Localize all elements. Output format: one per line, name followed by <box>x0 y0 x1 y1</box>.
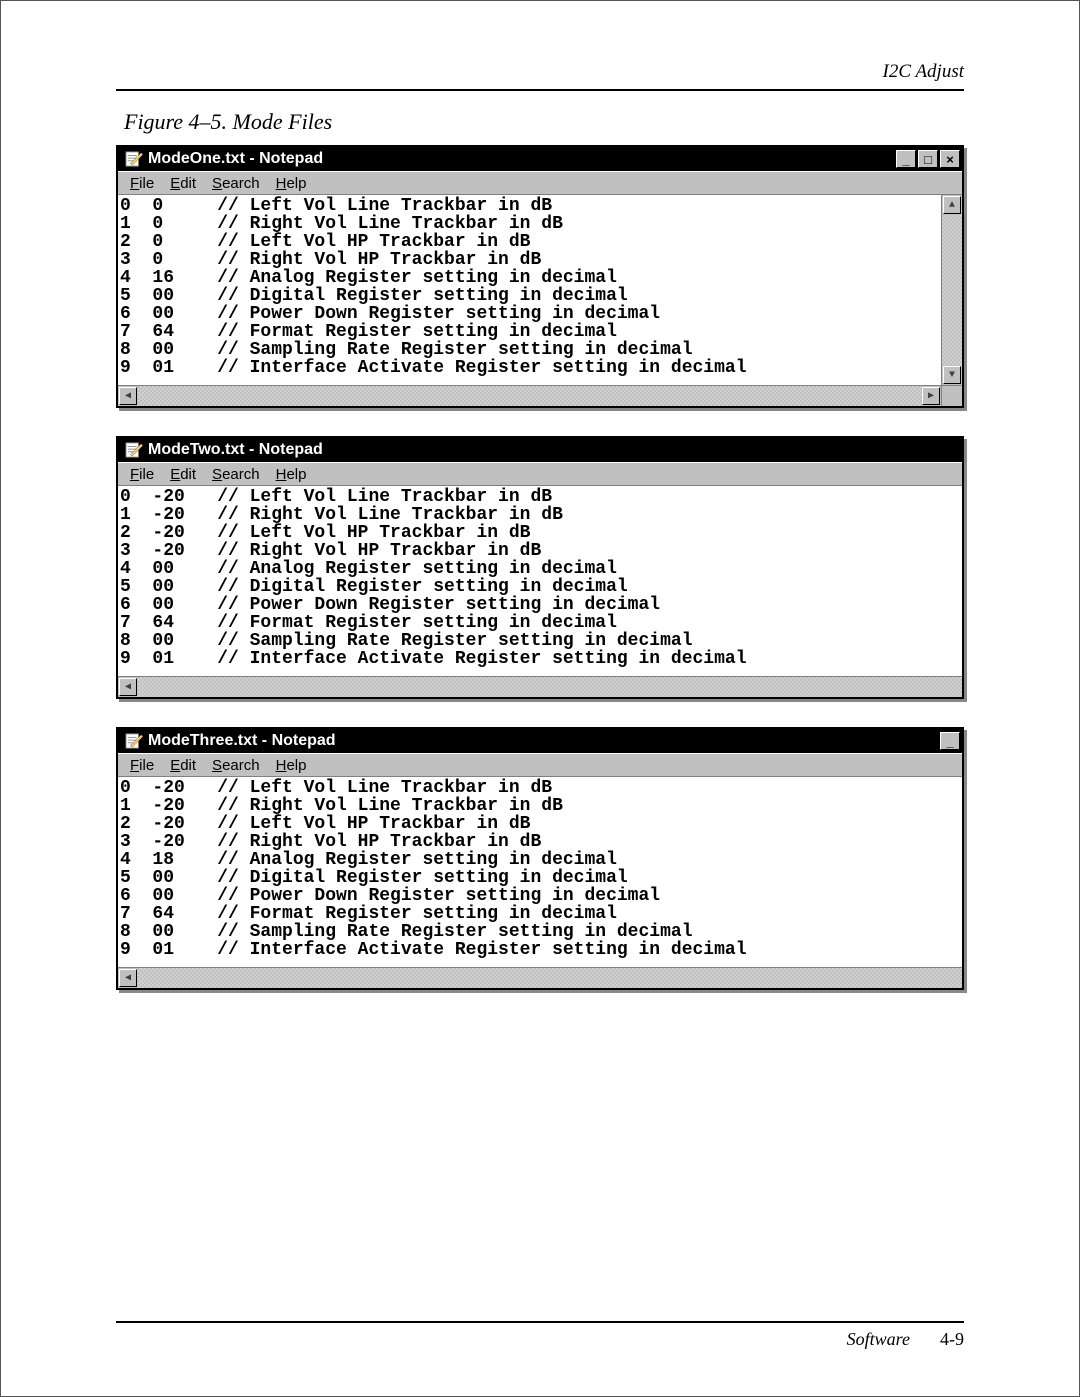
notepad-icon[interactable] <box>124 441 144 459</box>
minimize-button[interactable]: _ <box>940 732 960 750</box>
footer-page-number: 4-9 <box>940 1329 964 1350</box>
scroll-track[interactable] <box>942 215 962 365</box>
maximize-button[interactable]: □ <box>918 150 938 168</box>
titlebar[interactable]: ModeTwo.txt - Notepad <box>118 438 962 462</box>
page-footer: Software 4-9 <box>116 1321 964 1350</box>
notepad-window: ModeOne.txt - Notepad _□× FileEditSearchHe… <box>116 145 964 408</box>
window-title: ModeThree.txt - Notepad <box>148 732 336 750</box>
text-content[interactable]: 0 -20 // Left Vol Line Trackbar in dB 1 … <box>118 486 962 676</box>
size-grip[interactable] <box>941 385 962 406</box>
menu-help[interactable]: Help <box>268 466 315 483</box>
menu-edit[interactable]: Edit <box>162 175 204 192</box>
menu-help[interactable]: Help <box>268 757 315 774</box>
scroll-left-button[interactable]: ◀ <box>119 678 137 696</box>
text-content[interactable]: 0 0 // Left Vol Line Trackbar in dB 1 0 … <box>118 195 941 385</box>
window-title: ModeTwo.txt - Notepad <box>148 441 323 459</box>
scroll-down-button[interactable]: ▼ <box>943 366 961 384</box>
notepad-icon[interactable] <box>124 150 144 168</box>
menu-search[interactable]: Search <box>204 757 268 774</box>
menu-search[interactable]: Search <box>204 466 268 483</box>
scroll-up-button[interactable]: ▲ <box>943 196 961 214</box>
text-content[interactable]: 0 -20 // Left Vol Line Trackbar in dB 1 … <box>118 777 962 967</box>
scroll-track[interactable] <box>138 968 962 988</box>
menu-file[interactable]: File <box>122 175 162 192</box>
horizontal-scrollbar[interactable]: ◀ <box>118 676 962 697</box>
footer-section: Software <box>847 1329 910 1350</box>
scroll-right-button[interactable]: ▶ <box>922 387 940 405</box>
menubar: FileEditSearchHelp <box>118 462 962 486</box>
figure-caption: Figure 4–5. Mode Files <box>124 109 964 135</box>
close-button[interactable]: × <box>940 150 960 168</box>
menu-search[interactable]: Search <box>204 175 268 192</box>
menubar: FileEditSearchHelp <box>118 171 962 195</box>
window-title: ModeOne.txt - Notepad <box>148 150 323 168</box>
scroll-left-button[interactable]: ◀ <box>119 969 137 987</box>
menu-edit[interactable]: Edit <box>162 466 204 483</box>
minimize-button[interactable]: _ <box>896 150 916 168</box>
menubar: FileEditSearchHelp <box>118 753 962 777</box>
scroll-left-button[interactable]: ◀ <box>119 387 137 405</box>
scroll-track[interactable] <box>138 386 921 406</box>
horizontal-scrollbar[interactable]: ◀▶ <box>118 385 941 406</box>
menu-file[interactable]: File <box>122 757 162 774</box>
notepad-icon[interactable] <box>124 732 144 750</box>
page-header: I2C Adjust <box>116 61 964 91</box>
menu-edit[interactable]: Edit <box>162 757 204 774</box>
scroll-track[interactable] <box>138 677 962 697</box>
menu-file[interactable]: File <box>122 466 162 483</box>
notepad-window: ModeThree.txt - Notepad _ FileEditSearchHe… <box>116 727 964 990</box>
titlebar[interactable]: ModeOne.txt - Notepad _□× <box>118 147 962 171</box>
horizontal-scrollbar[interactable]: ◀ <box>118 967 962 988</box>
menu-help[interactable]: Help <box>268 175 315 192</box>
vertical-scrollbar[interactable]: ▲▼ <box>941 195 962 385</box>
notepad-window: ModeTwo.txt - NotepadFileEditSearchHelp0… <box>116 436 964 699</box>
titlebar[interactable]: ModeThree.txt - Notepad _ <box>118 729 962 753</box>
